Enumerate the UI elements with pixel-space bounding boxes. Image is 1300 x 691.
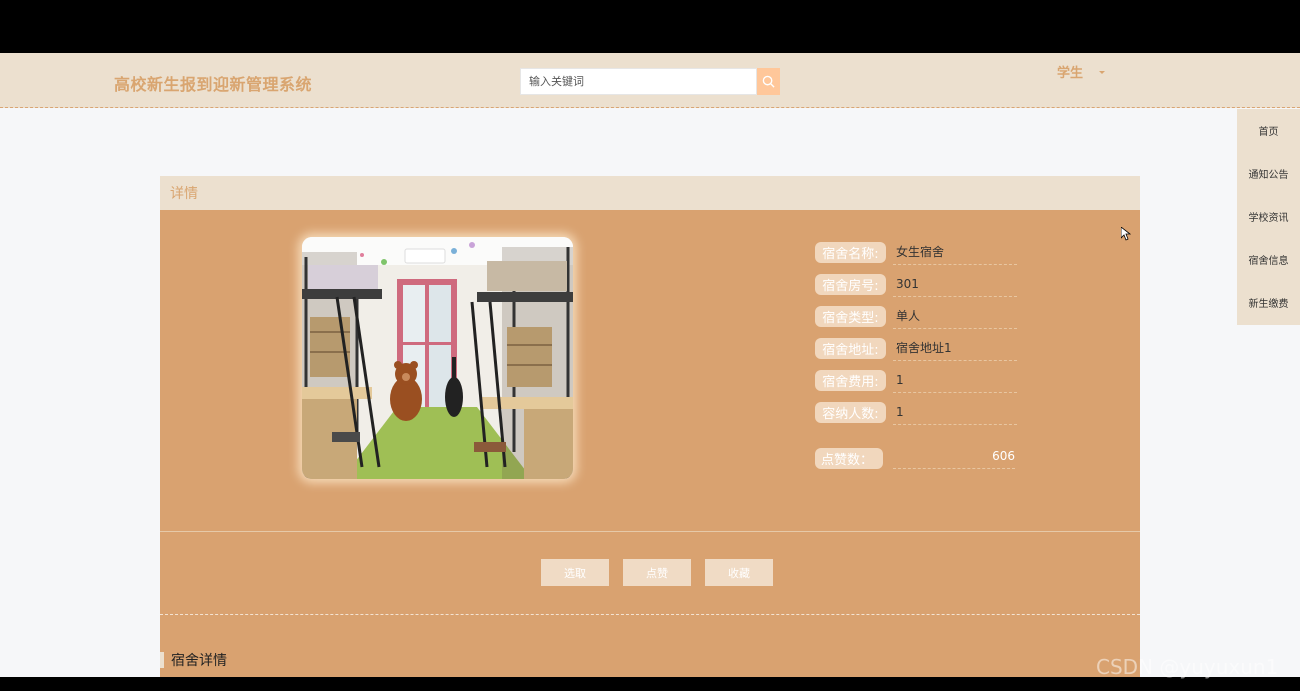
side-nav-item-school-news[interactable]: 学校资讯	[1237, 195, 1300, 238]
field-label: 宿舍地址:	[815, 337, 886, 359]
divider	[160, 531, 1140, 532]
side-nav-item-payment[interactable]: 新生缴费	[1237, 281, 1300, 324]
action-buttons: 选取 点赞 收藏	[541, 559, 773, 586]
like-count-value: 606	[893, 449, 1015, 469]
panel-header: 详情	[160, 176, 1140, 210]
side-nav-item-home[interactable]: 首页	[1237, 109, 1300, 152]
favorite-button[interactable]: 收藏	[705, 559, 773, 586]
search-input[interactable]	[520, 68, 757, 95]
info-row-room-number: 宿舍房号: 301	[815, 268, 1025, 300]
info-row-dorm-fee: 宿舍费用: 1	[815, 364, 1025, 396]
chevron-down-icon	[1099, 70, 1106, 74]
field-label: 容纳人数:	[815, 401, 886, 423]
field-value: 1	[893, 400, 1017, 425]
select-button[interactable]: 选取	[541, 559, 609, 586]
field-label: 宿舍名称:	[815, 241, 886, 263]
info-row-dorm-name: 宿舍名称: 女生宿舍	[815, 236, 1025, 268]
dorm-photo	[302, 237, 573, 479]
side-nav: 首页 通知公告 学校资讯 宿舍信息 新生缴费	[1237, 109, 1300, 325]
info-row-dorm-address: 宿舍地址: 宿舍地址1	[815, 332, 1025, 364]
side-nav-item-dorm-info[interactable]: 宿舍信息	[1237, 238, 1300, 281]
field-value: 宿舍地址1	[893, 336, 1017, 361]
section-heading: 宿舍详情	[160, 652, 227, 669]
mouse-cursor-icon	[1121, 227, 1131, 241]
field-value: 301	[893, 272, 1017, 297]
page-viewport: 高校新生报到迎新管理系统 学生 首页 通知公告 学校资讯 宿舍信息 新生缴费 详…	[0, 53, 1300, 677]
site-title[interactable]: 高校新生报到迎新管理系统	[114, 71, 312, 95]
dorm-room-image	[302, 237, 573, 479]
field-value: 单人	[893, 304, 1017, 329]
dorm-info: 宿舍名称: 女生宿舍 宿舍房号: 301 宿舍类型: 单人 宿舍地址: 宿舍地址…	[815, 236, 1025, 428]
search-icon	[762, 75, 775, 88]
field-value: 女生宿舍	[893, 240, 1017, 265]
field-label: 宿舍类型:	[815, 305, 886, 327]
info-row-dorm-type: 宿舍类型: 单人	[815, 300, 1025, 332]
section-marker	[160, 652, 164, 668]
like-count-row: 点赞数： 606	[815, 448, 1015, 469]
field-label: 宿舍房号:	[815, 273, 886, 295]
user-label: 学生	[1057, 66, 1084, 81]
top-header: 高校新生报到迎新管理系统 学生	[0, 53, 1300, 108]
side-nav-item-notices[interactable]: 通知公告	[1237, 152, 1300, 195]
field-label: 宿舍费用:	[815, 369, 886, 391]
user-menu[interactable]: 学生	[1057, 62, 1106, 81]
detail-panel: 详情 宿舍名称: 女生宿舍 宿舍房号: 301 宿舍类型: 单人 宿舍地址: 宿…	[160, 176, 1140, 677]
like-count-label: 点赞数：	[815, 448, 883, 469]
search-bar	[520, 68, 780, 95]
dashed-divider	[160, 614, 1140, 615]
field-value: 1	[893, 368, 1017, 393]
watermark: CSDN @yuyuxun1	[1096, 655, 1279, 679]
section-title: 宿舍详情	[171, 653, 227, 669]
info-row-capacity: 容纳人数: 1	[815, 396, 1025, 428]
search-button[interactable]	[757, 68, 780, 95]
panel-title: 详情	[170, 186, 198, 202]
like-button[interactable]: 点赞	[623, 559, 691, 586]
